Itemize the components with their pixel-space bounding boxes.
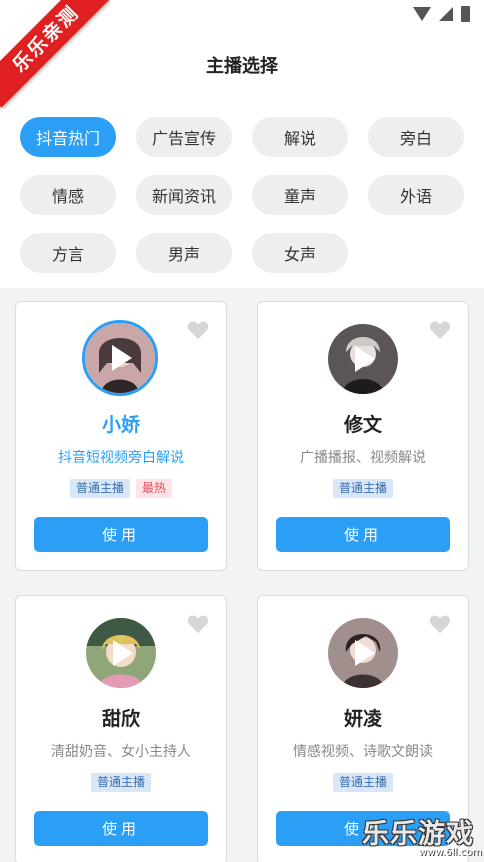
anchor-desc: 抖音短视频旁白解说: [58, 450, 184, 466]
corner-watermark: 乐乐游戏 www.6ll.com: [362, 812, 482, 858]
category-chip[interactable]: 女声: [252, 233, 348, 273]
use-button[interactable]: 使用: [34, 517, 208, 552]
category-chip[interactable]: 方言: [20, 233, 116, 273]
category-chip[interactable]: 童声: [252, 175, 348, 215]
heart-icon[interactable]: [429, 614, 451, 634]
category-chip[interactable]: 抖音热门: [20, 117, 116, 157]
play-icon: [355, 346, 375, 372]
anchor-desc: 广播播报、视频解说: [300, 450, 426, 466]
play-icon: [112, 345, 132, 371]
heart-icon[interactable]: [187, 320, 209, 340]
watermark-main-text: 乐乐游戏: [362, 819, 474, 850]
avatar[interactable]: [328, 618, 398, 688]
anchor-card[interactable]: 小娇 抖音短视频旁白解说 普通主播 最热 使用: [15, 301, 227, 571]
anchor-card[interactable]: 甜欣 清甜奶音、女小主持人 普通主播 使用: [15, 595, 227, 862]
hot-badge: 最热: [136, 479, 173, 498]
category-chip[interactable]: 旁白: [368, 117, 464, 157]
battery-icon: [461, 6, 470, 22]
anchor-card[interactable]: 修文 广播播报、视频解说 普通主播 使用: [257, 301, 469, 571]
anchor-desc: 情感视频、诗歌文朗读: [293, 744, 433, 760]
anchor-name: 小娇: [101, 414, 140, 436]
tag-badge: 普通主播: [69, 479, 130, 498]
avatar[interactable]: [328, 324, 398, 394]
use-button[interactable]: 使用: [276, 517, 450, 552]
category-chip[interactable]: 解说: [252, 117, 348, 157]
anchor-name: 妍凌: [343, 708, 382, 730]
play-icon: [113, 640, 133, 666]
anchor-name: 修文: [343, 414, 382, 436]
category-chip[interactable]: 广告宣传: [136, 117, 232, 157]
play-icon: [355, 640, 375, 666]
category-chip[interactable]: 男声: [136, 233, 232, 273]
avatar[interactable]: [86, 618, 156, 688]
watermark-ribbon: 乐乐亲测: [0, 0, 110, 110]
wifi-icon: [413, 7, 431, 21]
heart-icon[interactable]: [429, 320, 451, 340]
category-chip[interactable]: 新闻资讯: [136, 175, 232, 215]
anchor-name: 甜欣: [101, 708, 140, 730]
tag-badge: 普通主播: [332, 479, 393, 498]
category-chip[interactable]: 情感: [20, 175, 116, 215]
heart-icon[interactable]: [187, 614, 209, 634]
anchor-desc: 清甜奶音、女小主持人: [51, 744, 191, 760]
tag-badge: 普通主播: [332, 773, 393, 792]
signal-icon: [439, 7, 453, 21]
avatar[interactable]: [82, 320, 158, 396]
ribbon-label: 乐乐亲测: [0, 0, 110, 108]
category-chip[interactable]: 外语: [368, 175, 464, 215]
tag-badge: 普通主播: [90, 773, 151, 792]
category-chips: 抖音热门 广告宣传 解说 旁白 情感 新闻资讯 童声 外语 方言 男声 女声: [20, 117, 470, 273]
use-button[interactable]: 使用: [34, 811, 208, 846]
